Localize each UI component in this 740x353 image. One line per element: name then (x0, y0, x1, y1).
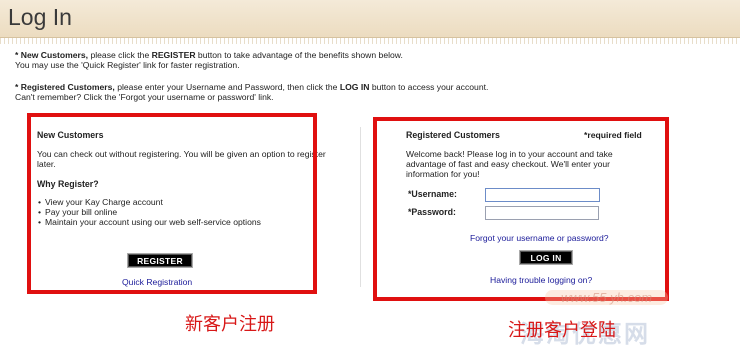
intro-registered-text: please enter your Username and Password,… (114, 82, 340, 92)
intro-registered-customers: * Registered Customers, please enter you… (15, 82, 488, 92)
intro-new-customers-label: * New Customers, (15, 50, 89, 60)
intro-login-word: LOG IN (339, 82, 370, 92)
page-header: Log In (0, 0, 740, 38)
watermark-url: www.55 yh.com (545, 290, 669, 305)
intro-new-customers-text: please click the (88, 50, 152, 60)
intro-registered-label: * Registered Customers, (15, 82, 115, 92)
column-divider (360, 127, 361, 287)
intro-new-customers-suffix: button to take advantage of the benefits… (195, 50, 403, 60)
page-title: Log In (8, 4, 72, 30)
header-divider (0, 38, 740, 44)
intro-registered-suffix: button to access your account. (369, 82, 489, 92)
annotation-new-customer-register: 新客户注册 (185, 314, 275, 335)
annotation-registered-login: 注册客户登陆 (508, 320, 616, 341)
new-customers-highlight-box (27, 113, 317, 294)
registered-customers-highlight-box (373, 117, 669, 301)
intro-quick-register-note: You may use the 'Quick Register' link fo… (15, 60, 240, 70)
intro-forgot-note: Can't remember? Click the 'Forgot your u… (15, 92, 274, 102)
intro-register-word: REGISTER (151, 50, 196, 60)
intro-new-customers: * New Customers, please click the REGIST… (15, 50, 403, 60)
